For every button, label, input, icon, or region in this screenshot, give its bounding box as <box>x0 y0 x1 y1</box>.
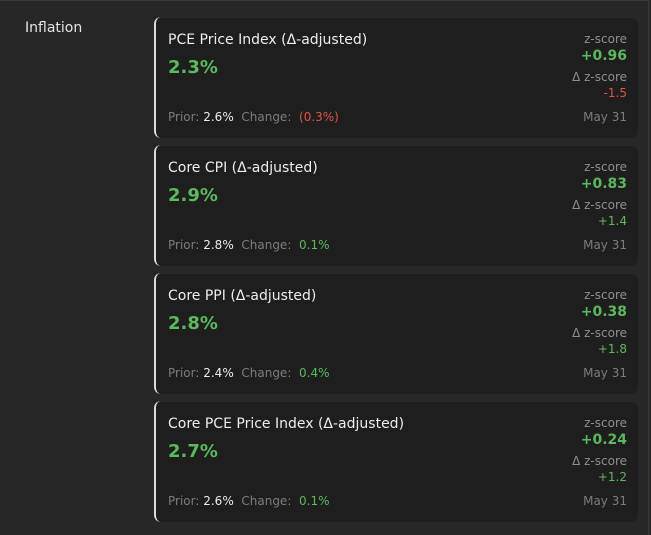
panel-top-border <box>0 0 648 1</box>
section-label: Inflation <box>25 20 83 36</box>
delta-z-score-label: Δ z-score <box>572 326 627 340</box>
prior-value: 2.8% <box>203 238 234 252</box>
delta-z-score-value: +1.8 <box>597 342 627 356</box>
z-score-label: z-score <box>584 32 627 46</box>
prior-label: Prior: <box>168 110 200 124</box>
inflation-panel: Inflation PCE Price Index (Δ-adjusted) 2… <box>0 0 651 535</box>
card-title: Core PCE Price Index (Δ-adjusted) <box>168 416 405 432</box>
prior-value: 2.4% <box>203 366 234 380</box>
z-score-label: z-score <box>584 288 627 302</box>
delta-z-score-label: Δ z-score <box>572 198 627 212</box>
card-title: PCE Price Index (Δ-adjusted) <box>168 32 368 48</box>
z-score-label: z-score <box>584 416 627 430</box>
card-footer: Prior: 2.6% Change: 0.1% <box>168 494 330 508</box>
delta-z-score-label: Δ z-score <box>572 454 627 468</box>
prior-label: Prior: <box>168 366 200 380</box>
change-label: Change: <box>241 494 292 508</box>
card-value: 2.7% <box>168 441 218 462</box>
indicator-card-core-ppi[interactable]: Core PPI (Δ-adjusted) 2.8% z-score +0.38… <box>154 273 638 394</box>
prior-label: Prior: <box>168 494 200 508</box>
indicator-card-core-pce[interactable]: Core PCE Price Index (Δ-adjusted) 2.7% z… <box>154 401 638 522</box>
change-value: (0.3%) <box>299 110 339 124</box>
card-title: Core CPI (Δ-adjusted) <box>168 160 318 176</box>
z-score-label: z-score <box>584 160 627 174</box>
z-score-value: +0.24 <box>580 432 627 448</box>
card-footer: Prior: 2.4% Change: 0.4% <box>168 366 330 380</box>
delta-z-score-value: +1.4 <box>597 214 627 228</box>
delta-z-score-label: Δ z-score <box>572 70 627 84</box>
card-footer: Prior: 2.8% Change: 0.1% <box>168 238 330 252</box>
change-value: 0.1% <box>299 494 330 508</box>
release-date: May 31 <box>583 366 627 380</box>
delta-z-score-value: -1.5 <box>603 86 627 100</box>
z-score-value: +0.38 <box>580 304 627 320</box>
prior-label: Prior: <box>168 238 200 252</box>
z-score-value: +0.96 <box>580 48 627 64</box>
change-label: Change: <box>241 110 292 124</box>
card-value: 2.9% <box>168 185 218 206</box>
z-score-value: +0.83 <box>580 176 627 192</box>
card-title: Core PPI (Δ-adjusted) <box>168 288 317 304</box>
prior-value: 2.6% <box>203 110 234 124</box>
change-label: Change: <box>241 366 292 380</box>
card-value: 2.8% <box>168 313 218 334</box>
release-date: May 31 <box>583 494 627 508</box>
panel-right-border <box>648 0 649 535</box>
change-value: 0.4% <box>299 366 330 380</box>
indicator-card-list: PCE Price Index (Δ-adjusted) 2.3% z-scor… <box>154 17 638 529</box>
change-label: Change: <box>241 238 292 252</box>
release-date: May 31 <box>583 110 627 124</box>
indicator-card-core-cpi[interactable]: Core CPI (Δ-adjusted) 2.9% z-score +0.83… <box>154 145 638 266</box>
change-value: 0.1% <box>299 238 330 252</box>
card-footer: Prior: 2.6% Change: (0.3%) <box>168 110 339 124</box>
delta-z-score-value: +1.2 <box>597 470 627 484</box>
release-date: May 31 <box>583 238 627 252</box>
card-value: 2.3% <box>168 57 218 78</box>
indicator-card-pce[interactable]: PCE Price Index (Δ-adjusted) 2.3% z-scor… <box>154 17 638 138</box>
prior-value: 2.6% <box>203 494 234 508</box>
